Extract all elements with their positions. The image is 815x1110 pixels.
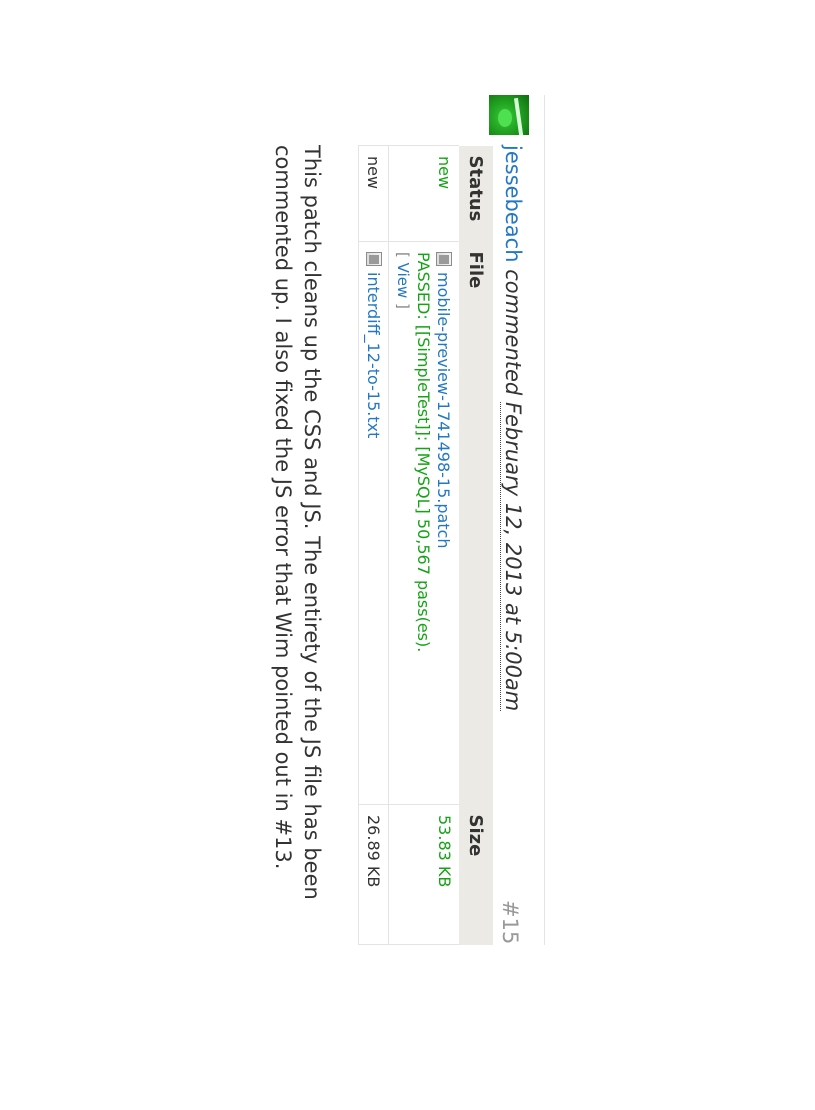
view-results-link[interactable]: View bbox=[394, 263, 412, 299]
view-results: [ View ] bbox=[393, 252, 413, 794]
test-result: PASSED: [[SimpleTest]]: [MySQL] 50,567 p… bbox=[414, 252, 433, 653]
file-status: new bbox=[358, 145, 389, 242]
user-avatar[interactable] bbox=[489, 95, 529, 135]
file-icon bbox=[366, 252, 382, 266]
file-size: 53.83 KB bbox=[388, 804, 459, 945]
table-row: new mobile-preview-1741498-15.patch PASS… bbox=[388, 145, 459, 945]
table-header-row: Status File Size bbox=[459, 145, 493, 945]
view-bracket-open: [ bbox=[394, 252, 412, 258]
comment-divider bbox=[544, 95, 545, 945]
file-icon bbox=[436, 252, 452, 266]
file-cell: interdiff_12-to-15.txt bbox=[358, 241, 389, 805]
patch-file-link[interactable]: mobile-preview-1741498-15.patch bbox=[434, 272, 453, 549]
comment-body: This patch cleans up the CSS and JS. The… bbox=[271, 145, 324, 900]
comment-verb: commented bbox=[501, 269, 525, 396]
author-link[interactable]: jessebeach bbox=[501, 145, 525, 263]
column-header-size: Size bbox=[459, 804, 493, 945]
file-status: new bbox=[388, 145, 459, 242]
table-row: new interdiff_12-to-15.txt 26.89 KB bbox=[358, 145, 389, 945]
file-size: 26.89 KB bbox=[358, 804, 389, 945]
attached-files-table: Status File Size new mobile-preview-1741… bbox=[358, 145, 493, 945]
comment-permalink[interactable]: #15 bbox=[495, 900, 525, 944]
view-bracket-close: ] bbox=[394, 303, 412, 309]
comment-meta: jessebeach commented February 12, 2013 a… bbox=[498, 145, 528, 712]
comment-date: February 12, 2013 at 5:00am bbox=[500, 401, 525, 712]
column-header-status: Status bbox=[459, 145, 493, 242]
avatar-figure bbox=[498, 109, 512, 127]
interdiff-file-link[interactable]: interdiff_12-to-15.txt bbox=[364, 272, 383, 438]
avatar-streak bbox=[513, 97, 525, 135]
file-cell: mobile-preview-1741498-15.patch PASSED: … bbox=[388, 241, 459, 805]
comment-panel: jessebeach commented February 12, 2013 a… bbox=[0, 0, 815, 1110]
column-header-file: File bbox=[459, 241, 493, 805]
